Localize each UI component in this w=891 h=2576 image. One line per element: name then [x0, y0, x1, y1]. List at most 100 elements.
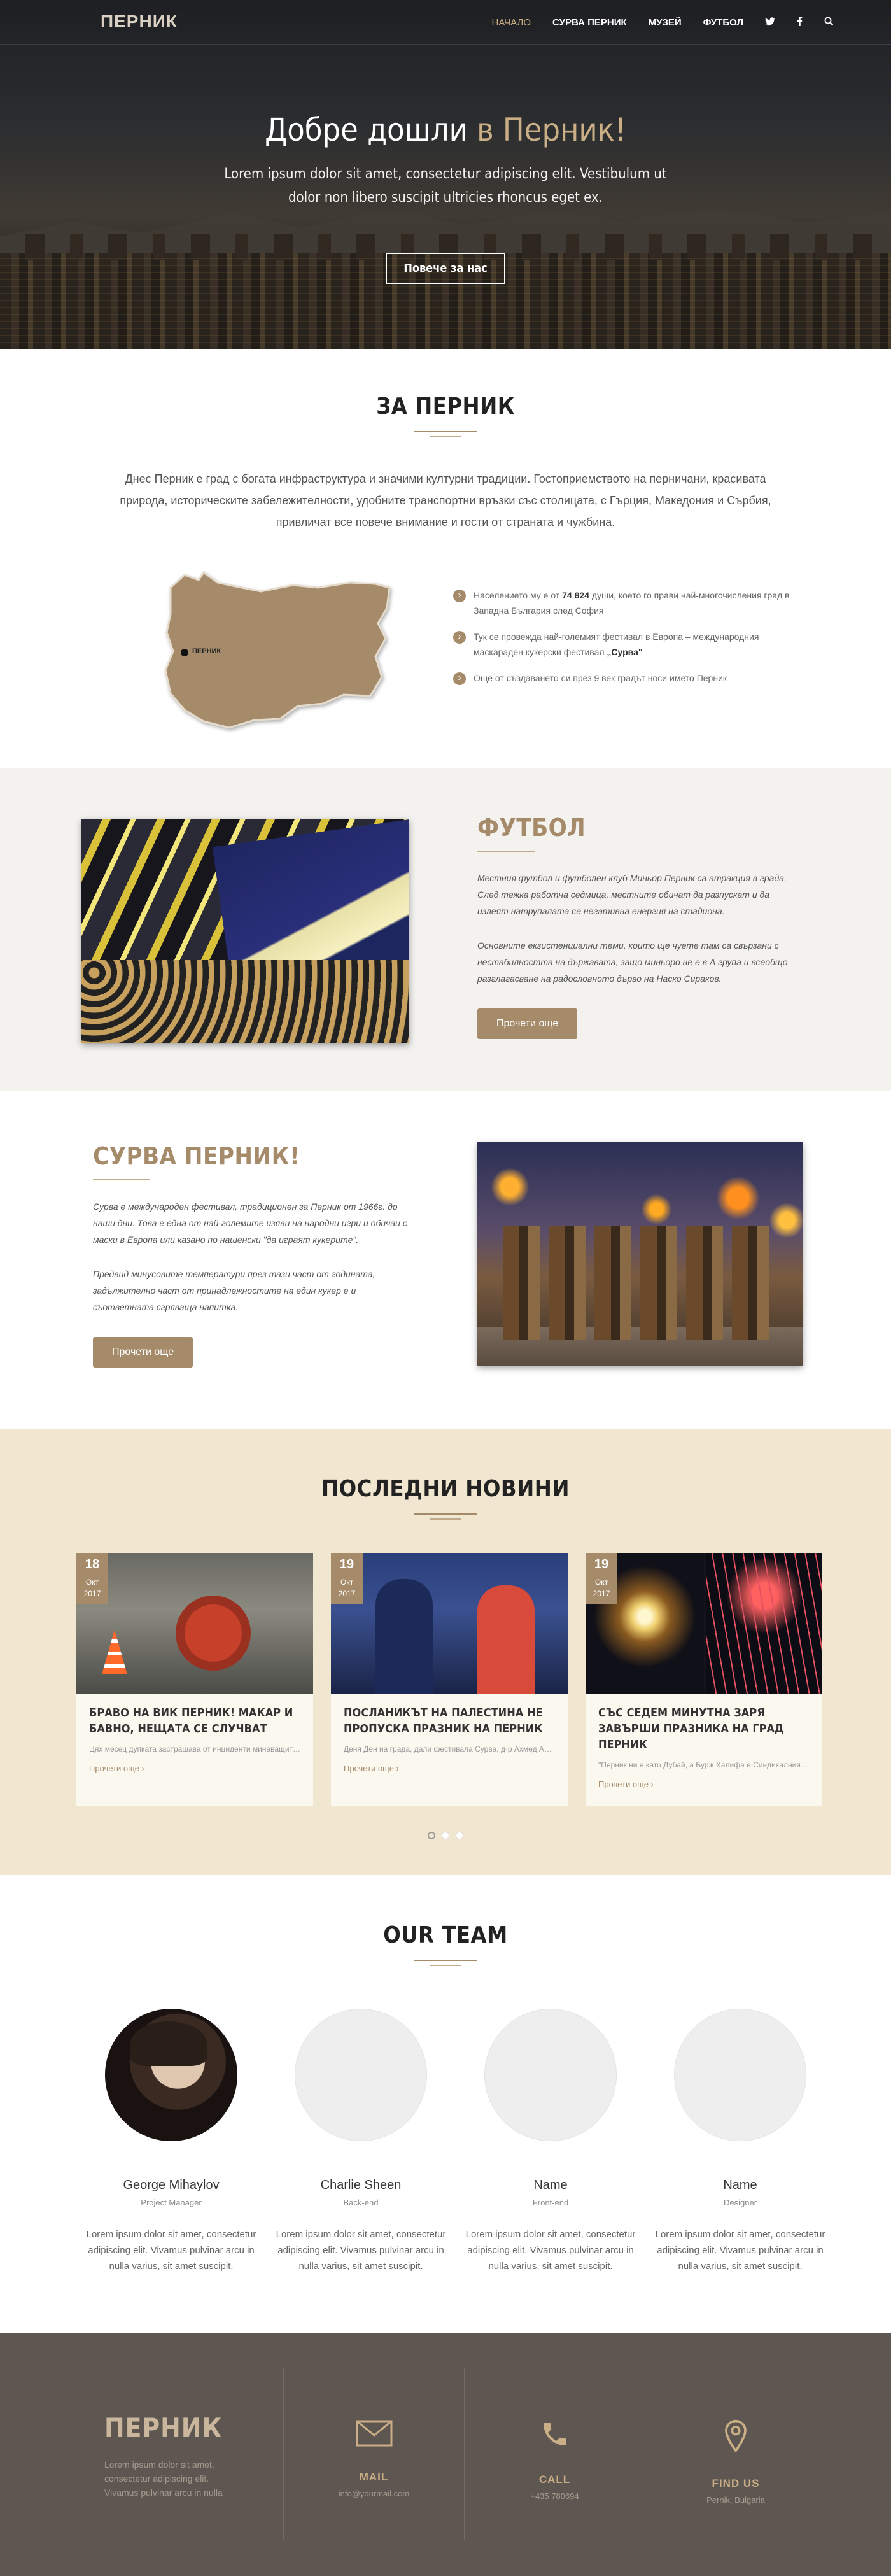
football-paragraph-1: Местния футбол и футболен клуб Миньор Пе…	[477, 873, 787, 916]
news-image[interactable]: 18 Окт 2017	[76, 1553, 313, 1694]
news-excerpt: Деня Ден на града, дали фестивала Сурва,…	[344, 1744, 568, 1753]
about-facts: Населението му е от 74 824 души, което г…	[453, 588, 810, 697]
footer-call: CALL +435 780694	[465, 2368, 645, 2540]
phone-number[interactable]: +435 780694	[465, 2491, 645, 2501]
surva-text: СУРВА ПЕРНИК! Сурва е международен фести…	[93, 1142, 417, 1368]
news-image[interactable]: 19 Окт 2017	[586, 1553, 822, 1694]
find-us-label: FIND US	[712, 2477, 760, 2489]
member-role: Back-end	[343, 2198, 379, 2207]
fact-item: Още от създаването си през 9 век градът …	[453, 670, 810, 686]
twitter-icon[interactable]	[765, 17, 775, 29]
news-date-badge: 19 Окт 2017	[331, 1553, 363, 1604]
about-intro: Днес Перник е град с богата инфраструкту…	[120, 472, 771, 528]
news-carousel: 18 Окт 2017 БРАВО НА ВИК ПЕРНИК! МАКАР И Б…	[76, 1553, 822, 1806]
avatar-placeholder	[295, 2009, 427, 2141]
carousel-dot[interactable]	[456, 1832, 463, 1839]
member-description: Lorem ipsum dolor sit amet, consectetur …	[655, 2229, 825, 2272]
hero-title: Добре дошли в Перник!	[265, 111, 626, 148]
member-name: Charlie Sheen	[320, 2178, 402, 2192]
top-navigation: ПЕРНИК НАЧАЛО СУРВА ПЕРНИК МУЗЕЙ ФУТБОЛ	[0, 0, 891, 45]
surva-title: СУРВА ПЕРНИК!	[93, 1142, 300, 1170]
news-headline[interactable]: СЪС СЕДЕМ МИНУТНА ЗАРЯ ЗАВЪРШИ ПРАЗНИКА …	[586, 1694, 822, 1753]
news-card[interactable]: 19 Окт 2017 ПОСЛАНИКЪТ НА ПАЛЕСТИНА НЕ ПРО…	[331, 1553, 568, 1806]
avatar	[105, 2009, 237, 2141]
nav-menu: НАЧАЛО СУРВА ПЕРНИК МУЗЕЙ ФУТБОЛ	[492, 17, 834, 29]
hero-content: Добре дошли в Перник! Lorem ipsum dolor …	[0, 111, 891, 284]
surva-festival-image	[477, 1142, 803, 1366]
member-description: Lorem ipsum dolor sit amet, consectetur …	[276, 2229, 446, 2272]
footer-mail: MAIL info@yourmail.com	[284, 2368, 465, 2540]
title-underline	[477, 851, 535, 852]
team-members: George Mihaylov Project Manager Lorem ip…	[76, 2009, 835, 2274]
news-date-badge: 19 Окт 2017	[586, 1553, 617, 1604]
site-footer: ПЕРНИК Lorem ipsum dolor sit amet, conse…	[0, 2333, 891, 2576]
fact-item: Тук се провежда най-големият фестивал в …	[453, 629, 810, 660]
location-icon	[645, 2419, 826, 2463]
hero-subtitle: Lorem ipsum dolor sit amet, consectetur …	[224, 166, 667, 206]
title-divider	[414, 1513, 477, 1520]
nav-item-surva[interactable]: СУРВА ПЕРНИК	[552, 17, 627, 28]
nav-item-home[interactable]: НАЧАЛО	[492, 17, 531, 28]
surva-paragraph-2: Предвид минусовите температури през тази…	[93, 1269, 375, 1312]
news-read-more-link[interactable]: Прочети още ›	[586, 1771, 822, 1789]
news-card[interactable]: 19 Окт 2017 СЪС СЕДЕМ МИНУТНА ЗАРЯ ЗАВЪРШИ…	[586, 1553, 822, 1806]
mail-label: MAIL	[359, 2471, 389, 2483]
member-description: Lorem ipsum dolor sit amet, consectetur …	[465, 2229, 636, 2272]
football-fans-image	[81, 819, 409, 1043]
nav-item-football[interactable]: ФУТБОЛ	[703, 17, 743, 28]
team-title: OUR TEAM	[383, 1922, 508, 1948]
news-title: ПОСЛЕДНИ НОВИНИ	[321, 1476, 570, 1502]
title-divider	[414, 1960, 477, 1966]
member-name: Name	[533, 2178, 568, 2192]
phone-icon	[465, 2419, 645, 2459]
footer-location: FIND US Pernik, Bulgaria	[645, 2368, 826, 2540]
mail-icon	[284, 2419, 464, 2457]
team-member: George Mihaylov Project Manager Lorem ip…	[76, 2009, 266, 2274]
carousel-pagination	[0, 1831, 891, 1843]
call-label: CALL	[538, 2473, 571, 2486]
carousel-dot[interactable]	[428, 1832, 435, 1839]
news-headline[interactable]: БРАВО НА ВИК ПЕРНИК! МАКАР И БАВНО, НЕЩА…	[76, 1694, 313, 1737]
about-us-button[interactable]: Повече за нас	[386, 253, 505, 284]
news-image[interactable]: 19 Окт 2017	[331, 1553, 568, 1694]
footer-brand: ПЕРНИК Lorem ipsum dolor sit amet, conse…	[76, 2368, 284, 2540]
team-section: OUR TEAM George Mihaylov Project Manager…	[0, 1875, 891, 2333]
mail-address[interactable]: info@yourmail.com	[284, 2489, 464, 2498]
footer-logo[interactable]: ПЕРНИК	[104, 2412, 283, 2444]
carousel-dot[interactable]	[442, 1832, 449, 1839]
member-role: Front-end	[532, 2198, 569, 2207]
news-card[interactable]: 18 Окт 2017 БРАВО НА ВИК ПЕРНИК! МАКАР И Б…	[76, 1553, 313, 1806]
member-role: Designer	[723, 2198, 757, 2207]
member-description: Lorem ipsum dolor sit amet, consectetur …	[86, 2229, 256, 2272]
surva-read-more-button[interactable]: Прочети още	[93, 1337, 193, 1368]
team-member: Charlie Sheen Back-end Lorem ipsum dolor…	[266, 2009, 456, 2274]
surva-paragraph-1: Сурва е международен фестивал, традицион…	[93, 1201, 407, 1245]
avatar-placeholder	[484, 2009, 617, 2141]
nav-item-museum[interactable]: МУЗЕЙ	[649, 17, 682, 28]
title-underline	[93, 1179, 150, 1180]
site-logo[interactable]: ПЕРНИК	[101, 11, 178, 32]
news-excerpt: Цях месец дупката застрашава от инцидент…	[89, 1744, 313, 1753]
news-excerpt: "Перник ни е като Дубай, а Бурж Халифа е…	[598, 1760, 822, 1769]
title-divider	[414, 431, 477, 437]
location-value: Pernik, Bulgaria	[706, 2495, 765, 2505]
football-read-more-button[interactable]: Прочети още	[477, 1008, 578, 1039]
football-text: ФУТБОЛ Местния футбол и футболен клуб Ми…	[477, 814, 796, 1039]
about-section: ЗА ПЕРНИК Днес Перник е град с богата ин…	[0, 349, 891, 768]
football-paragraph-2: Основните екзистенциални теми, които ще …	[477, 940, 788, 984]
facebook-icon[interactable]	[797, 17, 803, 29]
hero-section: ПЕРНИК НАЧАЛО СУРВА ПЕРНИК МУЗЕЙ ФУТБОЛ …	[0, 0, 891, 349]
news-read-more-link[interactable]: Прочети още ›	[331, 1755, 568, 1773]
fact-item: Населението му е от 74 824 души, което г…	[453, 588, 810, 618]
map-city-label: ПЕРНИК	[192, 648, 221, 655]
news-date-badge: 18 Окт 2017	[76, 1553, 108, 1604]
member-name: Name	[723, 2178, 757, 2192]
news-read-more-link[interactable]: Прочети още ›	[76, 1755, 313, 1773]
member-role: Project Manager	[141, 2198, 202, 2207]
surva-section: СУРВА ПЕРНИК! Сурва е международен фести…	[0, 1091, 891, 1429]
news-headline[interactable]: ПОСЛАНИКЪТ НА ПАЛЕСТИНА НЕ ПРОПУСКА ПРАЗ…	[331, 1694, 568, 1737]
member-name: George Mihaylov	[123, 2178, 220, 2192]
avatar-placeholder	[674, 2009, 806, 2141]
search-icon[interactable]	[824, 17, 834, 29]
football-section: ФУТБОЛ Местния футбол и футболен клуб Ми…	[0, 768, 891, 1091]
